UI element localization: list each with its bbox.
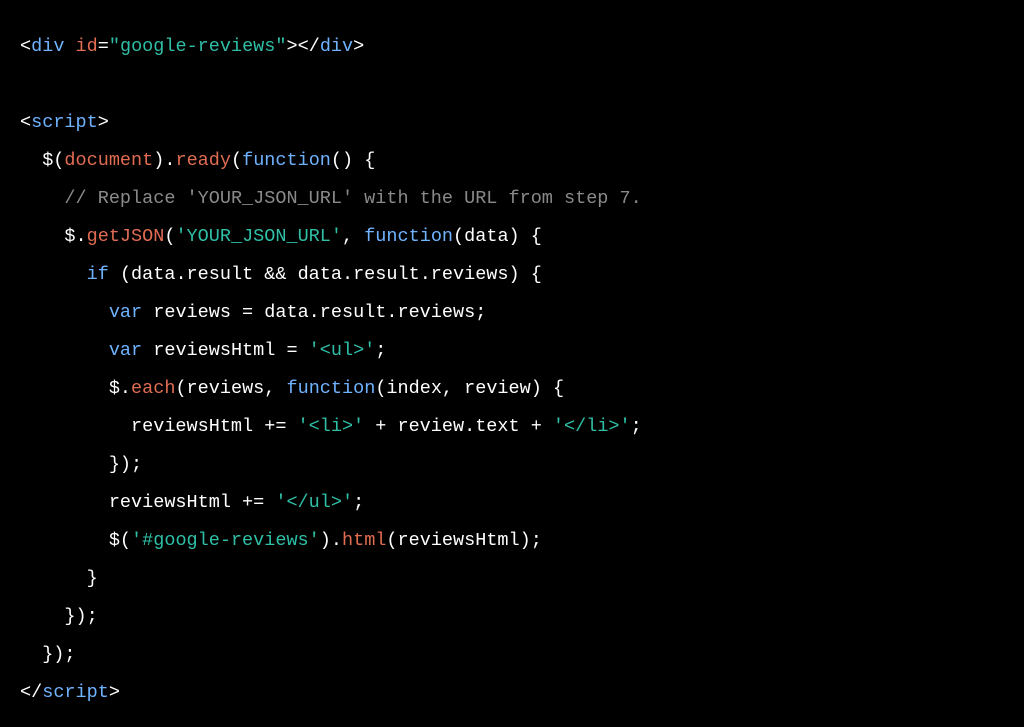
code-token: $(: [20, 150, 64, 171]
code-token: function: [364, 226, 453, 247]
code-token: $.: [20, 226, 87, 247]
code-token: document: [64, 150, 153, 171]
code-line: $('#google-reviews').html(reviewsHtml);: [20, 522, 1004, 560]
code-block: <div id="google-reviews"></div> <script>…: [20, 28, 1004, 712]
code-token: });: [20, 454, 142, 475]
code-token: ;: [375, 340, 386, 361]
code-token: });: [20, 606, 98, 627]
code-token: + review.text +: [364, 416, 553, 437]
code-token: </: [20, 682, 42, 703]
code-token: '#google-reviews': [131, 530, 320, 551]
code-token: (reviewsHtml);: [386, 530, 541, 551]
code-token: var: [109, 302, 142, 323]
code-line: });: [20, 636, 1004, 674]
code-token: "google-reviews": [109, 36, 287, 57]
code-token: ready: [175, 150, 231, 171]
code-token: =: [98, 36, 109, 57]
code-token: (: [164, 226, 175, 247]
code-token: id: [76, 36, 98, 57]
code-token: div: [320, 36, 353, 57]
code-token: [20, 302, 109, 323]
code-token: reviewsHtml +=: [20, 416, 298, 437]
code-token: >: [353, 36, 364, 57]
code-token: $(: [20, 530, 131, 551]
code-token: () {: [331, 150, 375, 171]
code-token: html: [342, 530, 386, 551]
code-line: });: [20, 446, 1004, 484]
code-token: <: [20, 112, 31, 133]
code-token: '</li>': [553, 416, 631, 437]
code-token: 'YOUR_JSON_URL': [175, 226, 342, 247]
code-token: '<ul>': [309, 340, 376, 361]
code-token: div: [31, 36, 64, 57]
code-token: }: [20, 568, 98, 589]
code-token: [20, 264, 87, 285]
code-token: getJSON: [87, 226, 165, 247]
code-line: </script>: [20, 674, 1004, 712]
code-token: ,: [342, 226, 364, 247]
code-token: (data.result && data.result.reviews) {: [109, 264, 542, 285]
code-token: var: [109, 340, 142, 361]
code-token: });: [20, 644, 76, 665]
code-token: (index, review) {: [375, 378, 564, 399]
code-token: // Replace 'YOUR_JSON_URL' with the URL …: [64, 188, 641, 209]
code-token: ;: [353, 492, 364, 513]
code-token: ).: [320, 530, 342, 551]
code-line: <div id="google-reviews"></div>: [20, 28, 1004, 66]
code-token: <: [20, 36, 31, 57]
code-line: <script>: [20, 104, 1004, 142]
code-token: script: [42, 682, 109, 703]
code-line: if (data.result && data.result.reviews) …: [20, 256, 1004, 294]
code-token: >: [109, 682, 120, 703]
code-token: [20, 188, 64, 209]
code-line: var reviews = data.result.reviews;: [20, 294, 1004, 332]
code-line: $.each(reviews, function(index, review) …: [20, 370, 1004, 408]
code-line: reviewsHtml += '</ul>';: [20, 484, 1004, 522]
code-line: // Replace 'YOUR_JSON_URL' with the URL …: [20, 180, 1004, 218]
code-token: function: [286, 378, 375, 399]
code-line: var reviewsHtml = '<ul>';: [20, 332, 1004, 370]
code-line: });: [20, 598, 1004, 636]
code-token: each: [131, 378, 175, 399]
code-line: [20, 66, 1004, 104]
code-line: $(document).ready(function() {: [20, 142, 1004, 180]
code-token: >: [98, 112, 109, 133]
code-token: $.: [20, 378, 131, 399]
code-token: ;: [631, 416, 642, 437]
code-token: reviewsHtml +=: [20, 492, 275, 513]
code-token: reviews = data.result.reviews;: [142, 302, 486, 323]
code-token: (: [231, 150, 242, 171]
code-token: ).: [153, 150, 175, 171]
code-token: ></: [287, 36, 320, 57]
code-line: $.getJSON('YOUR_JSON_URL', function(data…: [20, 218, 1004, 256]
code-token: [20, 340, 109, 361]
code-token: (data) {: [453, 226, 542, 247]
code-token: reviewsHtml =: [142, 340, 309, 361]
code-token: '<li>': [298, 416, 365, 437]
code-token: if: [87, 264, 109, 285]
code-token: (reviews,: [175, 378, 286, 399]
code-token: script: [31, 112, 98, 133]
code-line: }: [20, 560, 1004, 598]
code-token: '</ul>': [275, 492, 353, 513]
code-token: [64, 36, 75, 57]
code-token: function: [242, 150, 331, 171]
code-line: reviewsHtml += '<li>' + review.text + '<…: [20, 408, 1004, 446]
